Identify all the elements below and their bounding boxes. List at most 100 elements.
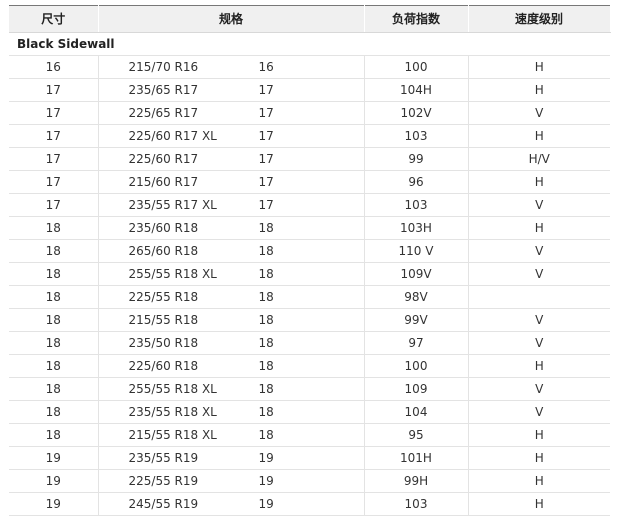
cell-spec: 235/55 R17 XL 17 xyxy=(98,193,365,217)
spec-text: 225/60 R17 xyxy=(128,152,199,166)
rim-size: 18 xyxy=(258,267,274,281)
cell-spec: 235/55 R19 19 xyxy=(98,446,365,470)
spec-text: 235/60 R18 xyxy=(128,221,199,235)
cell-speed-rating: V xyxy=(468,377,610,401)
cell-speed-rating: H xyxy=(468,55,610,79)
cell-size: 19 xyxy=(9,446,99,470)
table-row: 19 235/55 R19 19 101H H xyxy=(9,446,610,470)
table-row: 19 225/55 R19 19 99H H xyxy=(9,469,610,493)
table-header: 尺寸 规格 负荷指数 速度级别 xyxy=(9,5,611,33)
table-row: 16 215/70 R16 16 100 H xyxy=(9,55,610,79)
cell-speed-rating: V xyxy=(468,262,610,286)
cell-spec: 245/55 R19 19 xyxy=(98,492,365,516)
section-black-sidewall: Black Sidewall xyxy=(9,32,610,56)
cell-speed-rating: H xyxy=(468,170,610,194)
cell-load-index: 100 xyxy=(364,354,469,378)
cell-spec: 225/65 R17 17 xyxy=(98,101,365,125)
table-row: 18 215/55 R18 18 99V V xyxy=(9,308,610,332)
cell-spec: 255/55 R18 XL 18 xyxy=(98,262,365,286)
cell-load-index: 104 xyxy=(364,400,469,424)
rim-size: 17 xyxy=(258,129,274,143)
rim-size: 18 xyxy=(258,336,274,350)
cell-spec: 215/55 R18 XL 18 xyxy=(98,423,365,447)
cell-size: 17 xyxy=(9,124,99,148)
cell-load-index: 100 xyxy=(364,55,469,79)
header-speed-rating: 速度级别 xyxy=(468,5,611,33)
table-row: 17 235/55 R17 XL 17 103 V xyxy=(9,193,610,217)
cell-load-index: 99V xyxy=(364,308,469,332)
header-size: 尺寸 xyxy=(9,5,99,33)
spec-text: 225/60 R17 XL xyxy=(128,129,217,143)
cell-speed-rating: V xyxy=(468,193,610,217)
header-load-index: 负荷指数 xyxy=(364,5,469,33)
table-row: 17 225/60 R17 XL 17 103 H xyxy=(9,124,610,148)
rim-size: 18 xyxy=(258,428,274,442)
cell-size: 18 xyxy=(9,331,99,355)
cell-spec: 235/60 R18 18 xyxy=(98,216,365,240)
cell-spec: 235/50 R18 18 xyxy=(98,331,365,355)
cell-speed-rating: H xyxy=(468,446,610,470)
cell-spec: 225/55 R19 19 xyxy=(98,469,365,493)
cell-spec: 215/60 R17 17 xyxy=(98,170,365,194)
cell-speed-rating: H xyxy=(468,354,610,378)
spec-text: 255/55 R18 XL xyxy=(128,267,217,281)
cell-speed-rating: H xyxy=(468,492,610,516)
spec-text: 255/55 R18 XL xyxy=(128,382,217,396)
cell-load-index: 103 xyxy=(364,193,469,217)
rim-size: 18 xyxy=(258,290,274,304)
cell-size: 18 xyxy=(9,262,99,286)
cell-load-index: 98V xyxy=(364,285,469,309)
cell-load-index: 103 xyxy=(364,492,469,516)
table-row: 18 225/55 R18 18 98V xyxy=(9,285,610,309)
cell-speed-rating: H xyxy=(468,124,610,148)
cell-size: 18 xyxy=(9,308,99,332)
cell-size: 16 xyxy=(9,55,99,79)
cell-speed-rating: H xyxy=(468,216,610,240)
spec-text: 235/50 R18 xyxy=(128,336,199,350)
cell-spec: 215/55 R18 18 xyxy=(98,308,365,332)
rim-size: 18 xyxy=(258,359,274,373)
cell-size: 19 xyxy=(9,492,99,516)
spec-text: 245/55 R19 xyxy=(128,497,199,511)
cell-load-index: 104H xyxy=(364,78,469,102)
cell-load-index: 109 xyxy=(364,377,469,401)
cell-spec: 255/55 R18 XL 18 xyxy=(98,377,365,401)
cell-spec: 265/60 R18 18 xyxy=(98,239,365,263)
header-spec: 规格 xyxy=(98,5,365,33)
cell-load-index: 97 xyxy=(364,331,469,355)
spec-text: 215/55 R18 XL xyxy=(128,428,217,442)
rim-size: 16 xyxy=(258,60,274,74)
cell-spec: 235/55 R18 XL 18 xyxy=(98,400,365,424)
cell-load-index: 103H xyxy=(364,216,469,240)
table-row: 18 235/60 R18 18 103H H xyxy=(9,216,610,240)
spec-text: 235/55 R17 XL xyxy=(128,198,217,212)
table-body: 16 215/70 R16 16 100 H 17 235/65 R17 17 104H H 17 2… xyxy=(9,55,610,516)
rim-size: 17 xyxy=(258,198,274,212)
rim-size: 18 xyxy=(258,382,274,396)
rim-size: 17 xyxy=(258,152,274,166)
cell-size: 17 xyxy=(9,101,99,125)
cell-speed-rating: H xyxy=(468,78,610,102)
cell-speed-rating: V xyxy=(468,400,610,424)
table-row: 18 255/55 R18 XL 18 109V V xyxy=(9,262,610,286)
cell-size: 18 xyxy=(9,377,99,401)
table-row: 18 225/60 R18 18 100 H xyxy=(9,354,610,378)
cell-size: 18 xyxy=(9,285,99,309)
spec-text: 265/60 R18 xyxy=(128,244,199,258)
cell-load-index: 95 xyxy=(364,423,469,447)
cell-load-index: 102V xyxy=(364,101,469,125)
rim-size: 19 xyxy=(258,474,274,488)
cell-speed-rating: H xyxy=(468,469,610,493)
table-row: 18 235/55 R18 XL 18 104 V xyxy=(9,400,610,424)
rim-size: 17 xyxy=(258,83,274,97)
cell-size: 17 xyxy=(9,193,99,217)
cell-speed-rating: V xyxy=(468,308,610,332)
cell-load-index: 110 V xyxy=(364,239,469,263)
cell-size: 18 xyxy=(9,239,99,263)
cell-load-index: 99 xyxy=(364,147,469,171)
cell-speed-rating: H/V xyxy=(468,147,610,171)
rim-size: 18 xyxy=(258,313,274,327)
cell-speed-rating: H xyxy=(468,423,610,447)
cell-load-index: 101H xyxy=(364,446,469,470)
rim-size: 18 xyxy=(258,221,274,235)
